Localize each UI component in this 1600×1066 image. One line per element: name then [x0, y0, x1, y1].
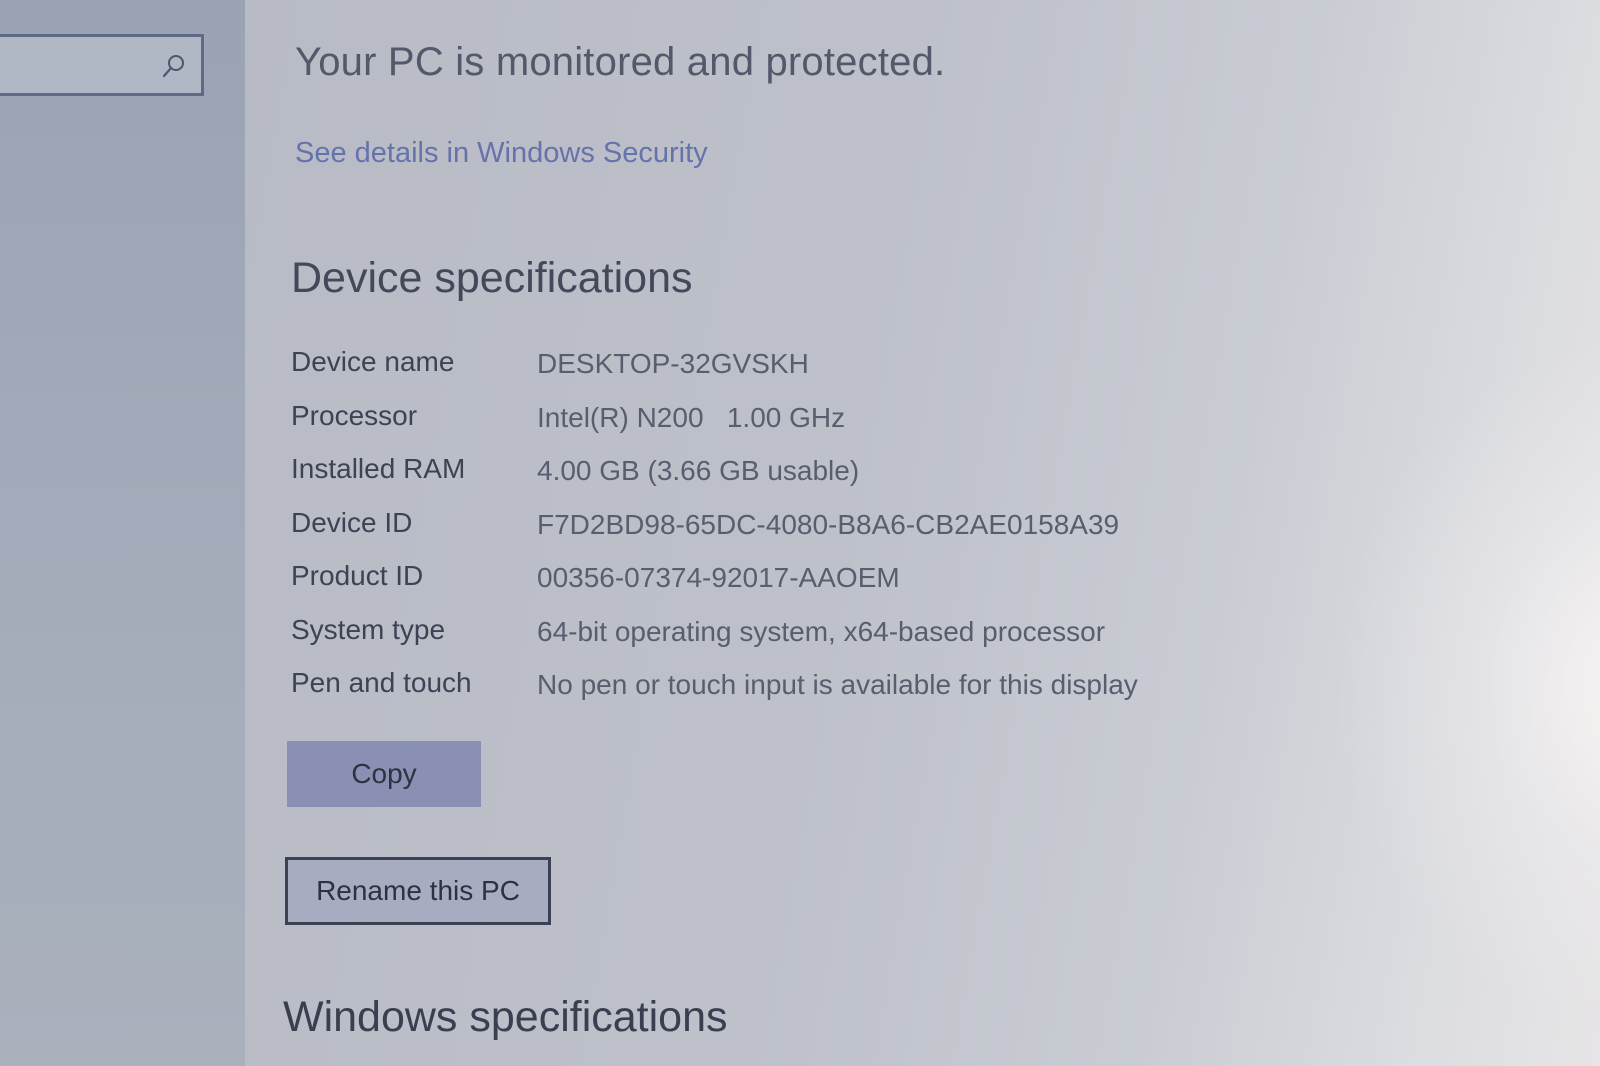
spec-label: Device name [291, 346, 455, 377]
spec-value: 00356-07374-92017-AAOEM [537, 562, 900, 593]
main-content: Your PC is monitored and protected. See … [245, 0, 1600, 1066]
screen-glare [1305, 300, 1600, 1000]
windows-security-link[interactable]: See details in Windows Security [295, 137, 708, 170]
copy-button[interactable]: Copy [287, 741, 481, 807]
device-specifications-heading: Device specifications [291, 254, 693, 302]
spec-label: Installed RAM [291, 453, 466, 484]
search-icon[interactable] [161, 53, 187, 79]
spec-value: 4.00 GB (3.66 GB usable) [537, 455, 860, 486]
security-status-heading: Your PC is monitored and protected. [295, 40, 946, 84]
spec-label: Pen and touch [291, 667, 472, 698]
spec-label: Device ID [291, 506, 413, 538]
spec-value: F7D2BD98-65DC-4080-B8A6-CB2AE0158A39 [537, 508, 1120, 540]
spec-value: Intel(R) N200 1.00 GHz [537, 401, 846, 433]
spec-value: No pen or touch input is available for t… [537, 669, 1138, 700]
spec-label: Product ID [291, 560, 424, 591]
spec-value: DESKTOP-32GVSKH [537, 348, 809, 379]
spec-value: 64-bit operating system, x64-based proce… [537, 615, 1106, 647]
search-input[interactable] [0, 34, 204, 96]
spec-label: Processor [291, 399, 418, 431]
rename-pc-button[interactable]: Rename this PC [285, 857, 551, 925]
sidebar [0, 0, 245, 1066]
spec-label: System type [291, 613, 446, 645]
windows-specifications-heading: Windows specifications [283, 993, 728, 1041]
